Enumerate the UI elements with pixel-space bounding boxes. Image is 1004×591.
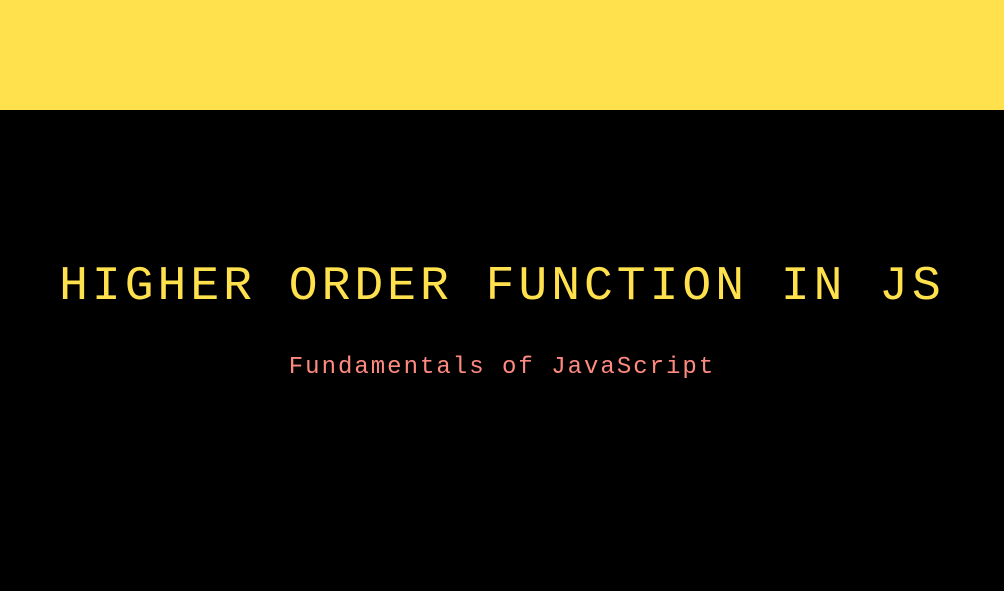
top-accent-bar xyxy=(0,0,1004,110)
slide-subtitle: Fundamentals of JavaScript xyxy=(289,354,715,381)
slide-title: HIGHER ORDER FUNCTION IN JS xyxy=(59,260,945,314)
slide-content: HIGHER ORDER FUNCTION IN JS Fundamentals… xyxy=(0,110,1004,381)
